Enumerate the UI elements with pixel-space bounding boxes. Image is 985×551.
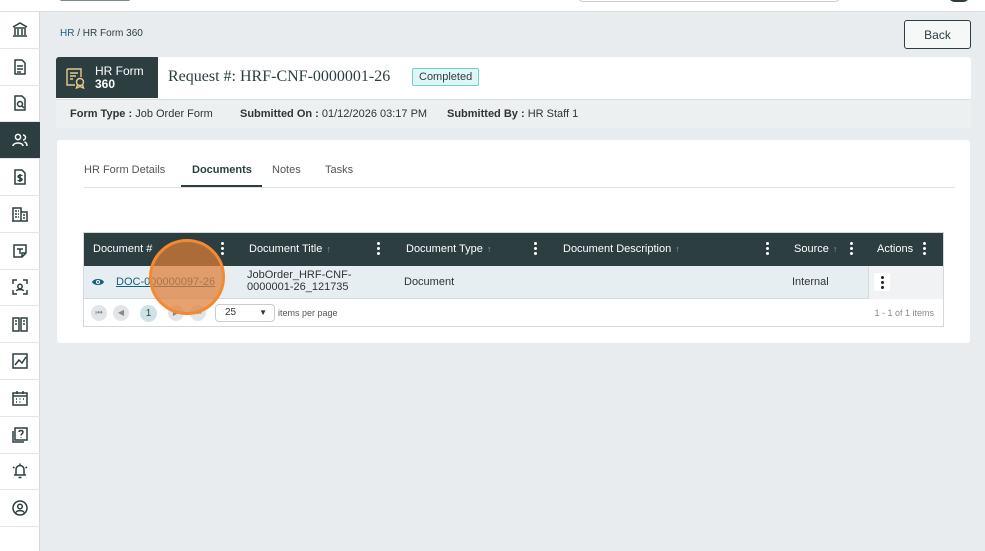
sidebar-item-profile[interactable] [0,490,40,528]
pager-info: 1 - 1 of 1 items [874,308,934,318]
column-header-actions: Actions [877,243,914,255]
last-page-icon[interactable]: ⏭ [190,305,206,321]
status-badge: Completed [412,68,480,86]
documents-grid: Document # Document Title ↑ Document Type… [83,232,944,327]
sidebar-item-scan[interactable] [0,270,40,307]
request-header: HR Form 360 Request #: HRF-CNF-0000001-2… [56,57,971,99]
column-header-document-number[interactable]: Document # [93,243,152,255]
request-prefix: Request #: [168,68,240,85]
page-title: Request #: HRF-CNF-0000001-26 [168,68,390,86]
column-header-document-description[interactable]: Document Description ↑ [563,243,680,255]
book-icon [12,317,28,333]
sidebar-item-buildings[interactable] [0,196,40,233]
help-icon [12,426,28,443]
column-menu-icon[interactable] [221,242,225,256]
breadcrumb-current: HR Form 360 [82,28,143,39]
sort-arrow-icon: ↑ [486,244,492,254]
column-menu-icon[interactable] [766,242,770,256]
breadcrumb-separator: / [74,28,83,39]
sidebar-item-calendar[interactable] [0,380,40,417]
sidebar-item-search-documents[interactable] [0,86,40,123]
sidebar-item-library[interactable] [0,306,40,344]
sidebar-item-help[interactable] [0,417,40,454]
alarm-icon [12,463,28,479]
column-menu-icon[interactable] [377,242,381,256]
active-tab-indicator [181,185,262,187]
eye-icon[interactable] [91,277,105,287]
sidebar-item-reports[interactable] [0,343,40,380]
submitted-by: Submitted By : HR Staff 1 [447,108,579,120]
column-menu-icon[interactable] [850,242,854,256]
sort-arrow-icon: ↑ [675,244,680,254]
grid-header: Document # Document Title ↑ Document Type… [84,233,943,266]
row-actions-menu-button[interactable] [874,273,890,291]
actions-cell [868,266,943,299]
building-icon [12,207,28,222]
app-logo [60,0,130,1]
form-type: Form Type : Job Order Form [70,108,213,120]
request-meta-bar: Form Type : Job Order Form Submitted On … [56,99,971,128]
source-cell: Internal [792,276,829,288]
column-menu-icon[interactable] [534,242,538,256]
form-certificate-icon [66,68,85,90]
calendar-icon [12,390,28,406]
tab-hr-form-details[interactable]: HR Form Details [84,164,165,176]
document-search-icon [14,95,26,112]
back-button[interactable]: Back [904,20,971,49]
sidebar-item-finance[interactable] [0,159,40,196]
breadcrumb-hr-link[interactable]: HR [60,28,74,39]
global-search-input[interactable] [578,0,840,2]
sort-arrow-icon: ↑ [326,244,331,254]
sidebar-item-hr[interactable] [0,122,40,160]
page-number-button[interactable]: 1 [140,305,157,322]
sidebar [0,12,40,551]
document-icon [14,58,26,75]
table-row: DOC-000000097-26 JobOrder_HRF-CNF- 00000… [84,266,943,299]
next-page-icon[interactable]: ▶ [168,305,184,321]
user-avatar[interactable] [948,0,970,2]
sidebar-item-notifications[interactable] [0,454,40,491]
tab-documents[interactable]: Documents [192,164,252,176]
items-per-page-label: items per page [278,308,338,318]
request-id: HRF-CNF-0000001-26 [240,68,391,85]
chevron-down-icon: ▼ [259,308,267,317]
sort-arrow-icon: ↑ [832,244,838,254]
page-size-select[interactable]: 25 ▼ [215,304,275,322]
bank-icon [12,22,28,37]
column-header-document-type[interactable]: Document Type ↑ [406,243,491,255]
top-header [0,0,985,12]
hr-form-360-badge: HR Form 360 [56,57,158,98]
column-header-document-title[interactable]: Document Title ↑ [249,243,331,255]
tab-bar: HR Form Details Documents Notes Tasks [84,157,955,188]
dollar-document-icon [14,169,26,185]
user-circle-icon [12,500,28,516]
sidebar-item-documents[interactable] [0,49,40,86]
note-icon [13,243,27,258]
first-page-icon[interactable]: ⏮ [91,305,107,321]
breadcrumb: HR / HR Form 360 [60,28,143,39]
tab-tasks[interactable]: Tasks [325,164,353,176]
grid-pager: ⏮ ◀ 1 ▶ ⏭ 25 ▼ items per page 1 - 1 of 1… [84,300,943,327]
scan-icon [12,279,28,296]
document-number-link[interactable]: DOC-000000097-26 [116,276,215,288]
submitted-on: Submitted On : 01/12/2026 03:17 PM [240,108,428,120]
badge-number: 360 [95,77,116,91]
document-title-cell: JobOrder_HRF-CNF- 0000001-26_121735 [247,269,352,293]
document-type-cell: Document [404,276,455,288]
sidebar-item-tasks[interactable] [0,233,40,270]
tab-notes[interactable]: Notes [272,164,301,176]
users-icon [12,133,28,147]
badge-title: HR Form [95,64,144,78]
sidebar-item-home[interactable] [0,12,40,49]
column-header-source[interactable]: Source ↑ [794,243,837,255]
chart-icon [12,353,28,369]
column-menu-icon[interactable] [923,242,927,256]
previous-page-icon[interactable]: ◀ [113,305,129,321]
